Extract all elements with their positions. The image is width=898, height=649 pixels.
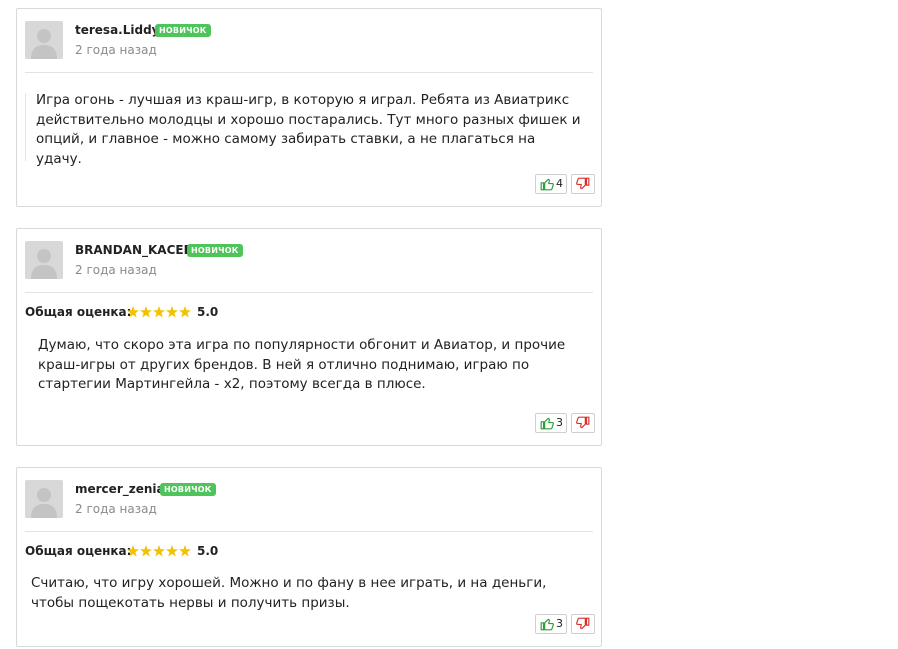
star-icon — [153, 545, 165, 557]
star-icon — [140, 306, 152, 318]
review-header: mercer_zenia НОВИЧОК 2 года назад — [25, 480, 595, 520]
thumbs-down-icon — [576, 177, 590, 190]
avatar[interactable] — [25, 480, 63, 518]
status-badge: НОВИЧОК — [160, 483, 216, 496]
user-silhouette-icon — [31, 249, 57, 279]
rating-stars — [127, 306, 191, 318]
star-icon — [140, 545, 152, 557]
thumbs-up-icon — [540, 618, 554, 631]
thumbs-up-icon — [540, 178, 554, 191]
review-card: mercer_zenia НОВИЧОК 2 года назад Общая … — [16, 467, 602, 647]
divider — [25, 531, 593, 532]
rating-value: 5.0 — [197, 305, 219, 319]
review-card: BRANDAN_KACEE НОВИЧОК 2 года назад Общая… — [16, 228, 602, 446]
dislike-button[interactable] — [571, 174, 595, 194]
thumbs-down-icon — [576, 416, 590, 429]
thumbs-down-icon — [576, 617, 590, 630]
username[interactable]: mercer_zenia — [75, 482, 165, 496]
review-header: BRANDAN_KACEE НОВИЧОК 2 года назад — [25, 241, 595, 281]
like-button[interactable]: 3 — [535, 614, 567, 634]
review-time: 2 года назад — [75, 43, 157, 57]
user-silhouette-icon — [31, 29, 57, 59]
dislike-button[interactable] — [571, 614, 595, 634]
review-header: teresa.Liddy НОВИЧОК 2 года назад — [25, 21, 595, 61]
user-silhouette-icon — [31, 488, 57, 518]
avatar[interactable] — [25, 21, 63, 59]
star-icon — [179, 306, 191, 318]
star-icon — [166, 545, 178, 557]
star-icon — [127, 306, 139, 318]
divider — [25, 292, 593, 293]
review-text: Думаю, что скоро эта игра по популярност… — [38, 337, 566, 392]
star-icon — [153, 306, 165, 318]
quote-bar — [25, 93, 26, 161]
like-button[interactable]: 3 — [535, 413, 567, 433]
star-icon — [166, 306, 178, 318]
review-time: 2 года назад — [75, 263, 157, 277]
divider — [25, 72, 593, 73]
thumbs-up-icon — [540, 417, 554, 430]
rating-label: Общая оценка: — [25, 544, 132, 558]
avatar[interactable] — [25, 241, 63, 279]
star-icon — [127, 545, 139, 557]
like-count: 3 — [556, 416, 563, 429]
like-button[interactable]: 4 — [535, 174, 567, 194]
rating-stars — [127, 545, 191, 557]
review-time: 2 года назад — [75, 502, 157, 516]
rating-label: Общая оценка: — [25, 305, 132, 319]
dislike-button[interactable] — [571, 413, 595, 433]
star-icon — [179, 545, 191, 557]
status-badge: НОВИЧОК — [187, 244, 243, 257]
like-count: 3 — [556, 617, 563, 630]
like-count: 4 — [556, 177, 563, 190]
status-badge: НОВИЧОК — [155, 24, 211, 37]
review-card: teresa.Liddy НОВИЧОК 2 года назад Игра о… — [16, 8, 602, 207]
review-text: Считаю, что игру хорошей. Можно и по фан… — [31, 575, 547, 611]
username[interactable]: teresa.Liddy — [75, 23, 160, 37]
username[interactable]: BRANDAN_KACEE — [75, 243, 192, 257]
rating-value: 5.0 — [197, 544, 219, 558]
review-text: Игра огонь - лучшая из краш-игр, в котор… — [36, 92, 581, 167]
